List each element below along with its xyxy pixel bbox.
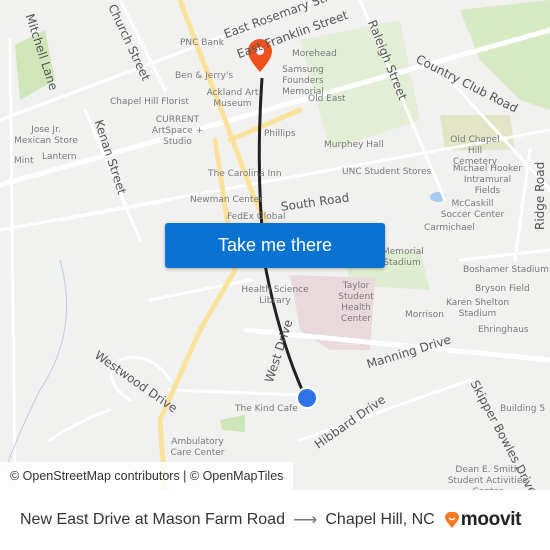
place-label: Jose Jr. Mexican Store bbox=[14, 125, 78, 146]
place-label: Health Science Library bbox=[241, 285, 309, 306]
place-label: Murphey Hall bbox=[324, 140, 384, 150]
place-label: CURRENT ArtSpace + Studio bbox=[151, 115, 204, 147]
origin-stop-name: New East Drive at Mason Farm Road bbox=[20, 511, 285, 528]
place-label: Morrison bbox=[405, 310, 444, 320]
place-label: Ehringhaus bbox=[478, 325, 529, 335]
arrow-right-icon: ⟶ bbox=[292, 510, 318, 529]
place-label: Karen Shelton Stadium bbox=[445, 298, 510, 319]
destination-city: Chapel Hill, NC bbox=[325, 511, 435, 528]
place-label: Michael Hooker Intramural Fields bbox=[452, 164, 523, 196]
place-label: Bryson Field bbox=[475, 284, 530, 294]
place-label: PNC Bank bbox=[180, 38, 224, 48]
place-label: Old East bbox=[308, 94, 346, 104]
place-label: Building 5 bbox=[500, 404, 546, 414]
take-me-there-button[interactable]: Take me there bbox=[165, 223, 385, 268]
place-label: Boshamer Stadium bbox=[463, 265, 549, 275]
place-label: UNC Student Stores bbox=[342, 167, 432, 177]
place-label: The Kind Cafe bbox=[235, 404, 298, 414]
footer-bar: New East Drive at Mason Farm Road ⟶ Chap… bbox=[0, 490, 550, 550]
place-label: Memorial Stadium bbox=[382, 247, 424, 268]
place-label: Ackland Art Museum bbox=[206, 88, 259, 109]
place-label: Newman Center bbox=[190, 195, 263, 205]
moovit-pin-icon bbox=[444, 512, 459, 528]
place-label: Phillips bbox=[264, 129, 296, 139]
place-label: Carmichael bbox=[424, 223, 475, 233]
place-label: Mint bbox=[14, 156, 34, 166]
map-attribution[interactable]: © OpenStreetMap contributors | © OpenMap… bbox=[0, 462, 294, 490]
place-label: McCaskill Soccer Center bbox=[440, 199, 505, 220]
park-area bbox=[220, 415, 245, 432]
place-label: Chapel Hill Florist bbox=[110, 97, 189, 107]
place-label: Ben & Jerry's bbox=[175, 71, 234, 81]
place-label: Morehead bbox=[292, 49, 337, 59]
origin-marker-icon bbox=[296, 387, 318, 409]
street-label: Ridge Road bbox=[533, 161, 547, 230]
place-label: FedEx Global bbox=[227, 212, 286, 222]
moovit-wordmark: moovit bbox=[460, 509, 522, 530]
place-label: The Carolina Inn bbox=[208, 169, 282, 179]
place-label: Taylor Student Health Center bbox=[338, 281, 374, 324]
moovit-logo[interactable]: moovit bbox=[444, 509, 522, 531]
place-label: Lantern bbox=[42, 152, 77, 162]
map-view[interactable]: East Rosemary Street East Franklin Stree… bbox=[0, 0, 550, 490]
place-label: Ambulatory Care Center bbox=[170, 437, 225, 458]
place-label: Dean E. Smith Student Activities Center bbox=[447, 465, 528, 490]
